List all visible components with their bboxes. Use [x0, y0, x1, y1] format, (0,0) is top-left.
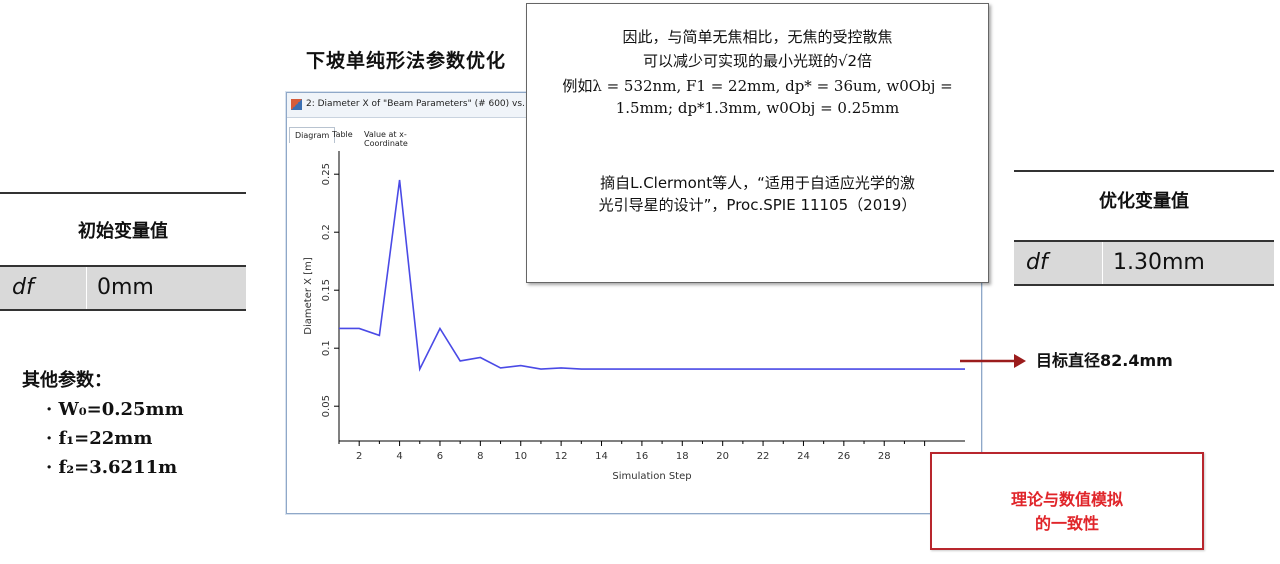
initial-key: df	[12, 275, 34, 300]
y-axis-label: Diameter X [m]	[303, 257, 314, 335]
param-f2: · f₂=3.6211m	[46, 457, 178, 478]
x-tick-label: 10	[514, 451, 527, 462]
target-arrow-icon	[960, 354, 1026, 368]
optimized-key-cell: df	[1014, 242, 1103, 284]
conclusion-box: 理论与数值模拟 的一致性	[930, 452, 1204, 550]
x-tick-label: 24	[797, 451, 810, 462]
initial-key-cell: df	[0, 267, 87, 309]
x-tick-label: 28	[878, 451, 891, 462]
x-tick-label: 2	[356, 451, 362, 462]
x-tick-label: 4	[396, 451, 402, 462]
initial-table-row: df 0mm	[0, 267, 246, 311]
y-tick-label: 0.15	[321, 279, 332, 301]
optimized-key: df	[1026, 250, 1048, 275]
x-axis-label: Simulation Step	[612, 471, 691, 482]
x-tick-label: 14	[595, 451, 608, 462]
citation-callout: 因此，与简单无焦相比，无焦的受控散焦 可以减少可实现的最小光斑的√2倍 例如λ …	[526, 3, 989, 283]
param-w0: · W₀=0.25mm	[46, 399, 184, 420]
callout-line-2: 可以减少可实现的最小光斑的√2倍	[642, 52, 873, 70]
optimized-table-row: df 1.30mm	[1014, 242, 1274, 286]
callout-line-1: 因此，与简单无焦相比，无焦的受控散焦	[622, 28, 893, 46]
optimized-table-header: 优化变量值	[1099, 191, 1189, 212]
initial-value-cell: 0mm	[87, 267, 246, 309]
x-tick-label: 16	[636, 451, 649, 462]
param-f1: · f₁=22mm	[46, 428, 153, 449]
conclusion-line-1: 理论与数值模拟	[1010, 490, 1123, 509]
other-params: 其他参数： · W₀=0.25mm · f₁=22mm · f₂=3.6211m	[22, 366, 184, 482]
initial-table-header: 初始变量值	[78, 221, 168, 242]
x-tick-label: 20	[716, 451, 729, 462]
callout-line-6: 光引导星的设计”，Proc.SPIE 11105（2019）	[598, 196, 917, 214]
slide-title: 下坡单纯形法参数优化	[306, 50, 507, 72]
x-tick-label: 8	[477, 451, 483, 462]
optimized-value: 1.30mm	[1113, 250, 1205, 275]
callout-line-4: 1.5mm; dp*1.3mm, w0Obj = 0.25mm	[615, 99, 900, 117]
y-tick-label: 0.05	[321, 395, 332, 417]
y-tick-label: 0.25	[321, 163, 332, 185]
x-tick-label: 18	[676, 451, 689, 462]
optimized-table-top-rule	[1014, 170, 1274, 172]
callout-line-5: 摘自L.Clermont等人，“适用于自适应光学的激	[600, 174, 915, 192]
x-tick-label: 26	[837, 451, 850, 462]
y-tick-label: 0.1	[321, 340, 332, 356]
conclusion-line-2: 的一致性	[1034, 514, 1099, 533]
callout-line-3: 例如λ = 532nm, F1 = 22mm, dp* = 36um, w0Ob…	[562, 77, 953, 95]
initial-table-top-rule	[0, 192, 246, 194]
other-params-label: 其他参数：	[22, 370, 112, 391]
initial-value: 0mm	[97, 275, 154, 300]
x-tick-label: 12	[555, 451, 568, 462]
target-diameter-label: 目标直径82.4mm	[1036, 351, 1173, 370]
optimized-value-cell: 1.30mm	[1103, 242, 1274, 284]
x-tick-label: 6	[437, 451, 443, 462]
y-tick-label: 0.2	[321, 224, 332, 240]
x-tick-label: 22	[757, 451, 770, 462]
